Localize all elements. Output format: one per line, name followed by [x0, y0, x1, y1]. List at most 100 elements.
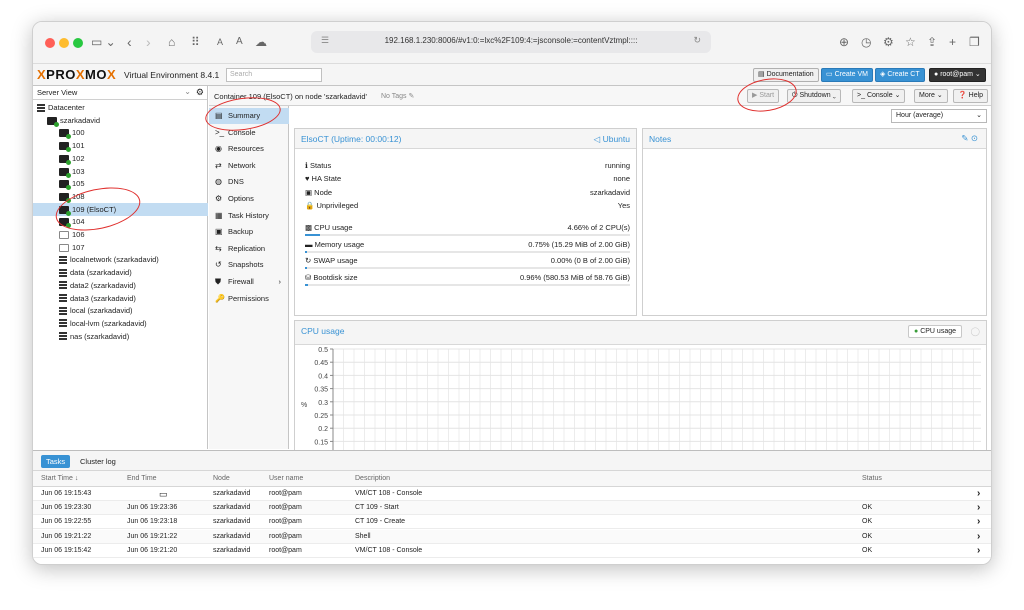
reload-icon[interactable]: ↻	[693, 35, 701, 46]
resource-tree: Server View ⌄ ⚙ Datacenter szarkadavid 100…	[33, 86, 208, 449]
chevron-right-icon[interactable]: ›	[977, 501, 980, 515]
table-row[interactable]: Jun 06 19:15:42 Jun 06 19:21:20 szarkadavi…	[33, 544, 991, 558]
tree-item[interactable]: 100	[33, 126, 208, 140]
tree-item[interactable]: local (szarkadavid)	[33, 304, 208, 317]
tree-item-label: data2 (szarkadavid)	[70, 280, 136, 290]
col-start-time[interactable]: Start Time ↓	[41, 475, 78, 482]
tree-item[interactable]: Datacenter	[33, 101, 208, 114]
cell-status: OK	[862, 518, 873, 526]
tags-edit[interactable]: No Tags ✎	[381, 92, 414, 100]
tree-item[interactable]: 108	[33, 190, 208, 203]
new-tab-icon[interactable]: +	[949, 34, 956, 50]
address-bar[interactable]: ☰ 192.168.1.230:8006/#v1:0:=lxc%2F109:4:…	[311, 31, 711, 53]
table-row[interactable]: Jun 06 19:21:22 Jun 06 19:21:22 szarkadavi…	[33, 529, 991, 544]
menu-item-resources[interactable]: ◉ Resources	[209, 141, 289, 157]
tree-item[interactable]: 102	[33, 152, 208, 165]
tree-item[interactable]: data (szarkadavid)	[33, 266, 208, 279]
menu-item-firewall[interactable]: ⛊ Firewall ›	[209, 274, 289, 290]
menu-item-dns[interactable]: ◍ DNS	[209, 174, 289, 190]
menu-item-summary[interactable]: ▤ Summary	[209, 108, 289, 124]
col-node[interactable]: Node	[213, 475, 230, 482]
home-icon[interactable]: ⌂	[168, 34, 175, 50]
settings-icon[interactable]: ⚙	[883, 34, 894, 50]
more-button[interactable]: More ⌄	[914, 89, 948, 103]
sidebar-icon[interactable]: ▭ ⌄	[91, 34, 116, 50]
tree-item[interactable]: 107	[33, 241, 208, 254]
table-row[interactable]: Jun 06 19:15:43 szarkadavid root@pam VM/CT …	[33, 487, 991, 501]
tab-cluster-log[interactable]: Cluster log	[75, 455, 121, 468]
tree-item[interactable]: 101	[33, 139, 208, 153]
edit-notes-icon[interactable]: ✎ ⊙	[961, 133, 978, 144]
usage-bar	[305, 250, 630, 253]
shutdown-button[interactable]: ⏻ Shutdown ⌄	[787, 89, 841, 103]
tree-item[interactable]: 109 (ElsoCT)	[33, 202, 208, 216]
chevron-right-icon[interactable]: ›	[977, 487, 980, 501]
usage-bar	[305, 267, 630, 270]
tree-item[interactable]: data2 (szarkadavid)	[33, 279, 208, 292]
tree-item[interactable]: nas (szarkadavid)	[33, 330, 208, 343]
tree-item[interactable]: localnetwork (szarkadavid)	[33, 253, 208, 266]
tree-item[interactable]: 105	[33, 177, 208, 191]
back-icon[interactable]: ‹	[127, 34, 132, 50]
cloud-icon[interactable]: ☁	[255, 34, 267, 50]
menu-item-permissions[interactable]: 🔑 Permissions	[209, 291, 289, 307]
text-size-small-icon[interactable]: A	[217, 34, 223, 50]
tree-item[interactable]: local-lvm (szarkadavid)	[33, 317, 208, 330]
tabs-icon[interactable]: ❐	[969, 34, 980, 50]
menu-icon: ◉	[215, 144, 222, 154]
close-window-button[interactable]	[45, 38, 55, 48]
cell-description: VM/CT 108 - Console	[355, 490, 423, 497]
menu-item-snapshots[interactable]: ↺ Snapshots	[209, 257, 289, 273]
chevron-right-icon[interactable]: ›	[977, 544, 980, 558]
table-row[interactable]: Jun 06 19:22:55 Jun 06 19:23:18 szarkadavi…	[33, 515, 991, 530]
start-button[interactable]: ▶ Start	[747, 89, 780, 103]
col-user[interactable]: User name	[269, 475, 303, 482]
col-end-time[interactable]: End Time	[127, 475, 157, 482]
server-view-select[interactable]: Server View ⌄ ⚙	[33, 86, 207, 100]
user-menu-button[interactable]: ● root@pam ⌄	[929, 68, 986, 82]
menu-item-replication[interactable]: ⇆ Replication	[209, 241, 289, 257]
menu-item-network[interactable]: ⇄ Network	[209, 158, 289, 174]
gear-icon[interactable]: ⚙	[196, 87, 204, 98]
col-status[interactable]: Status	[862, 475, 882, 482]
search-input[interactable]: Search	[226, 68, 322, 82]
minimize-window-button[interactable]	[59, 38, 69, 48]
cpu-legend-item[interactable]: ● CPU usage	[908, 325, 962, 338]
cell-user: root@pam	[269, 518, 302, 526]
tree-item[interactable]: data3 (szarkadavid)	[33, 292, 208, 305]
reset-zoom-icon[interactable]: ◯	[970, 326, 980, 337]
forward-icon[interactable]: ›	[146, 34, 151, 50]
status-value: 0.96% (580.53 MiB of 58.76 GiB)	[519, 272, 630, 282]
tree-item[interactable]: 106	[33, 228, 208, 241]
chevron-right-icon[interactable]: ›	[977, 530, 980, 544]
cell-user: root@pam	[269, 490, 302, 497]
history-icon[interactable]: ◷	[861, 34, 871, 50]
grid-icon[interactable]: ⠿	[191, 34, 200, 50]
menu-item-console[interactable]: >_ Console	[209, 125, 289, 141]
menu-item-label: DNS	[228, 177, 244, 187]
text-size-large-icon[interactable]: A	[236, 34, 243, 50]
menu-item-task-history[interactable]: ▦ Task History	[209, 208, 289, 224]
tab-tasks[interactable]: Tasks	[41, 455, 71, 468]
tree-item-label: 106	[72, 230, 85, 239]
menu-item-backup[interactable]: ▣ Backup	[209, 224, 289, 240]
star-icon[interactable]: ☆	[905, 34, 916, 50]
zoom-window-button[interactable]	[73, 38, 83, 48]
status-key: HA State	[311, 174, 342, 184]
col-description[interactable]: Description	[355, 475, 390, 482]
table-row[interactable]: Jun 06 19:23:30 Jun 06 19:23:36 szarkadavi…	[33, 501, 991, 516]
help-button[interactable]: ❓ Help	[953, 89, 989, 103]
create-ct-button[interactable]: ◈ Create CT	[875, 68, 925, 82]
tree-item[interactable]: 104	[33, 215, 208, 229]
menu-item-options[interactable]: ⚙ Options	[209, 191, 289, 207]
console-button[interactable]: >_ Console ⌄	[852, 89, 906, 103]
create-vm-button[interactable]: ▭ Create VM	[821, 68, 874, 82]
notes-panel: Notes ✎ ⊙	[642, 128, 987, 316]
timeframe-select[interactable]: Hour (average) ⌄	[891, 109, 987, 123]
download-icon[interactable]: ⊕	[839, 34, 849, 50]
tree-item[interactable]: 103	[33, 165, 208, 178]
documentation-button[interactable]: ▤ Documentation	[753, 68, 819, 82]
share-icon[interactable]: ⇪	[927, 34, 937, 50]
tree-item[interactable]: szarkadavid	[33, 114, 208, 127]
chevron-right-icon[interactable]: ›	[977, 515, 980, 529]
